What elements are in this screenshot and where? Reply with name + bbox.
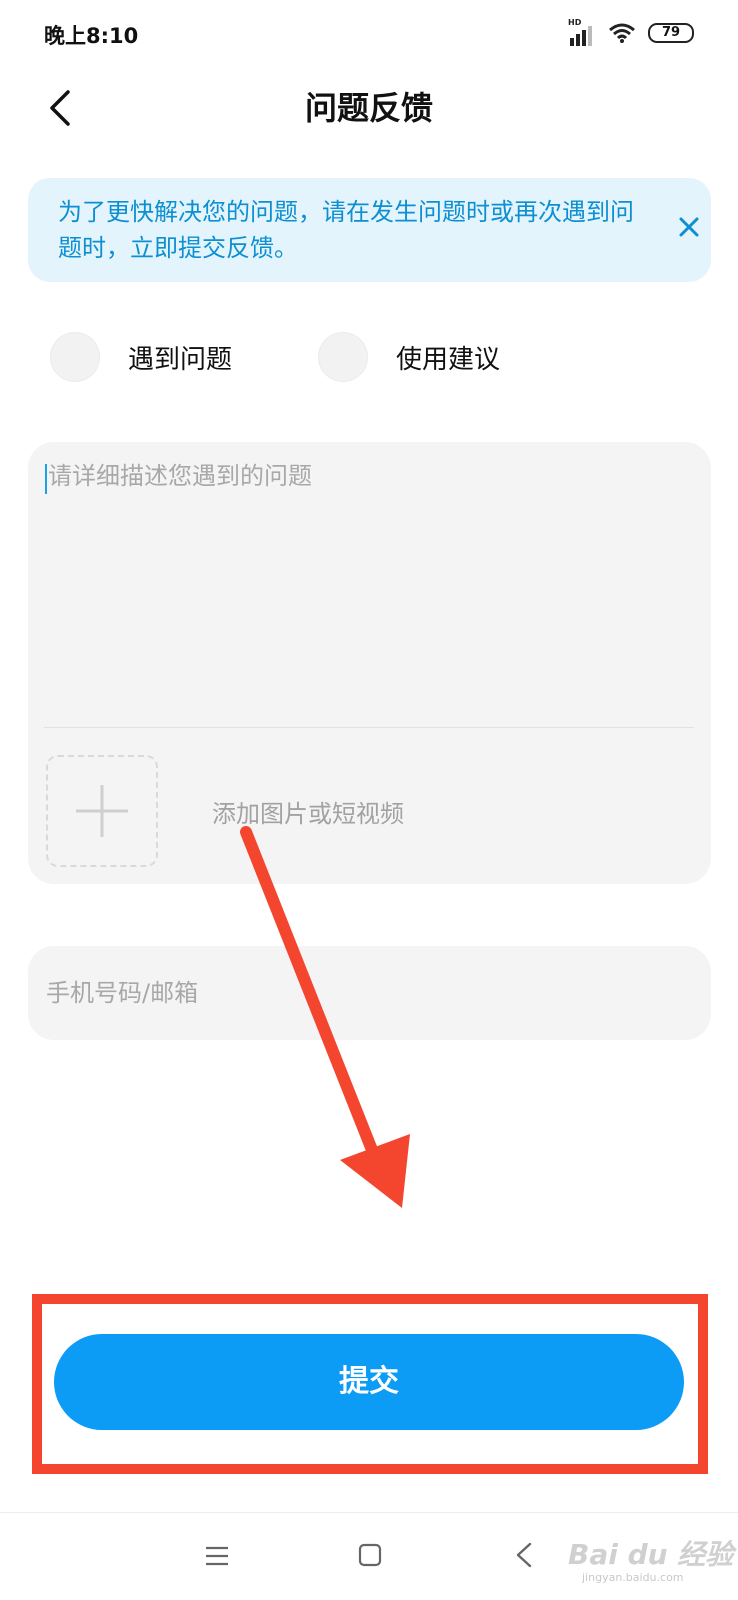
wifi-icon	[609, 23, 635, 43]
nav-back-icon[interactable]	[514, 1541, 534, 1569]
radio-button[interactable]	[50, 332, 100, 382]
description-input[interactable]	[44, 458, 694, 718]
add-media-label: 添加图片或短视频	[212, 800, 404, 828]
status-time: 晚上8:10	[44, 24, 139, 48]
menu-icon[interactable]	[204, 1545, 230, 1567]
home-square-icon[interactable]	[358, 1543, 382, 1567]
radio-button[interactable]	[318, 332, 368, 382]
radio-label: 使用建议	[396, 344, 501, 375]
submit-button[interactable]: 提交	[54, 1334, 684, 1430]
notice-text: 为了更快解决您的问题，请在发生问题时或再次遇到问题时，立即提交反馈。	[58, 198, 634, 262]
battery-level: 79	[661, 25, 681, 40]
radio-label: 遇到问题	[128, 344, 233, 375]
add-media-button[interactable]	[46, 755, 158, 867]
close-icon[interactable]	[674, 212, 704, 242]
divider	[44, 727, 694, 728]
plus-icon	[76, 785, 128, 837]
text-caret	[45, 464, 47, 494]
system-nav-bar: Bai du 经验 jingyan.baidu.com	[0, 1512, 738, 1600]
radio-option-suggestion[interactable]: 使用建议	[318, 332, 500, 382]
back-chevron-icon[interactable]	[40, 86, 84, 130]
status-bar: 晚上8:10 HD 79	[0, 0, 738, 70]
radio-option-problem[interactable]: 遇到问题	[50, 332, 232, 382]
description-box: 添加图片或短视频	[28, 442, 711, 884]
battery-icon: 79	[648, 23, 694, 43]
watermark-url: jingyan.baidu.com	[582, 1571, 684, 1584]
watermark-logo: Bai du 经验	[568, 1538, 734, 1571]
contact-input[interactable]	[46, 946, 686, 1040]
page-title: 问题反馈	[304, 89, 433, 127]
notice-banner: 为了更快解决您的问题，请在发生问题时或再次遇到问题时，立即提交反馈。	[28, 178, 711, 282]
signal-icon	[570, 26, 592, 46]
contact-box	[28, 946, 711, 1040]
